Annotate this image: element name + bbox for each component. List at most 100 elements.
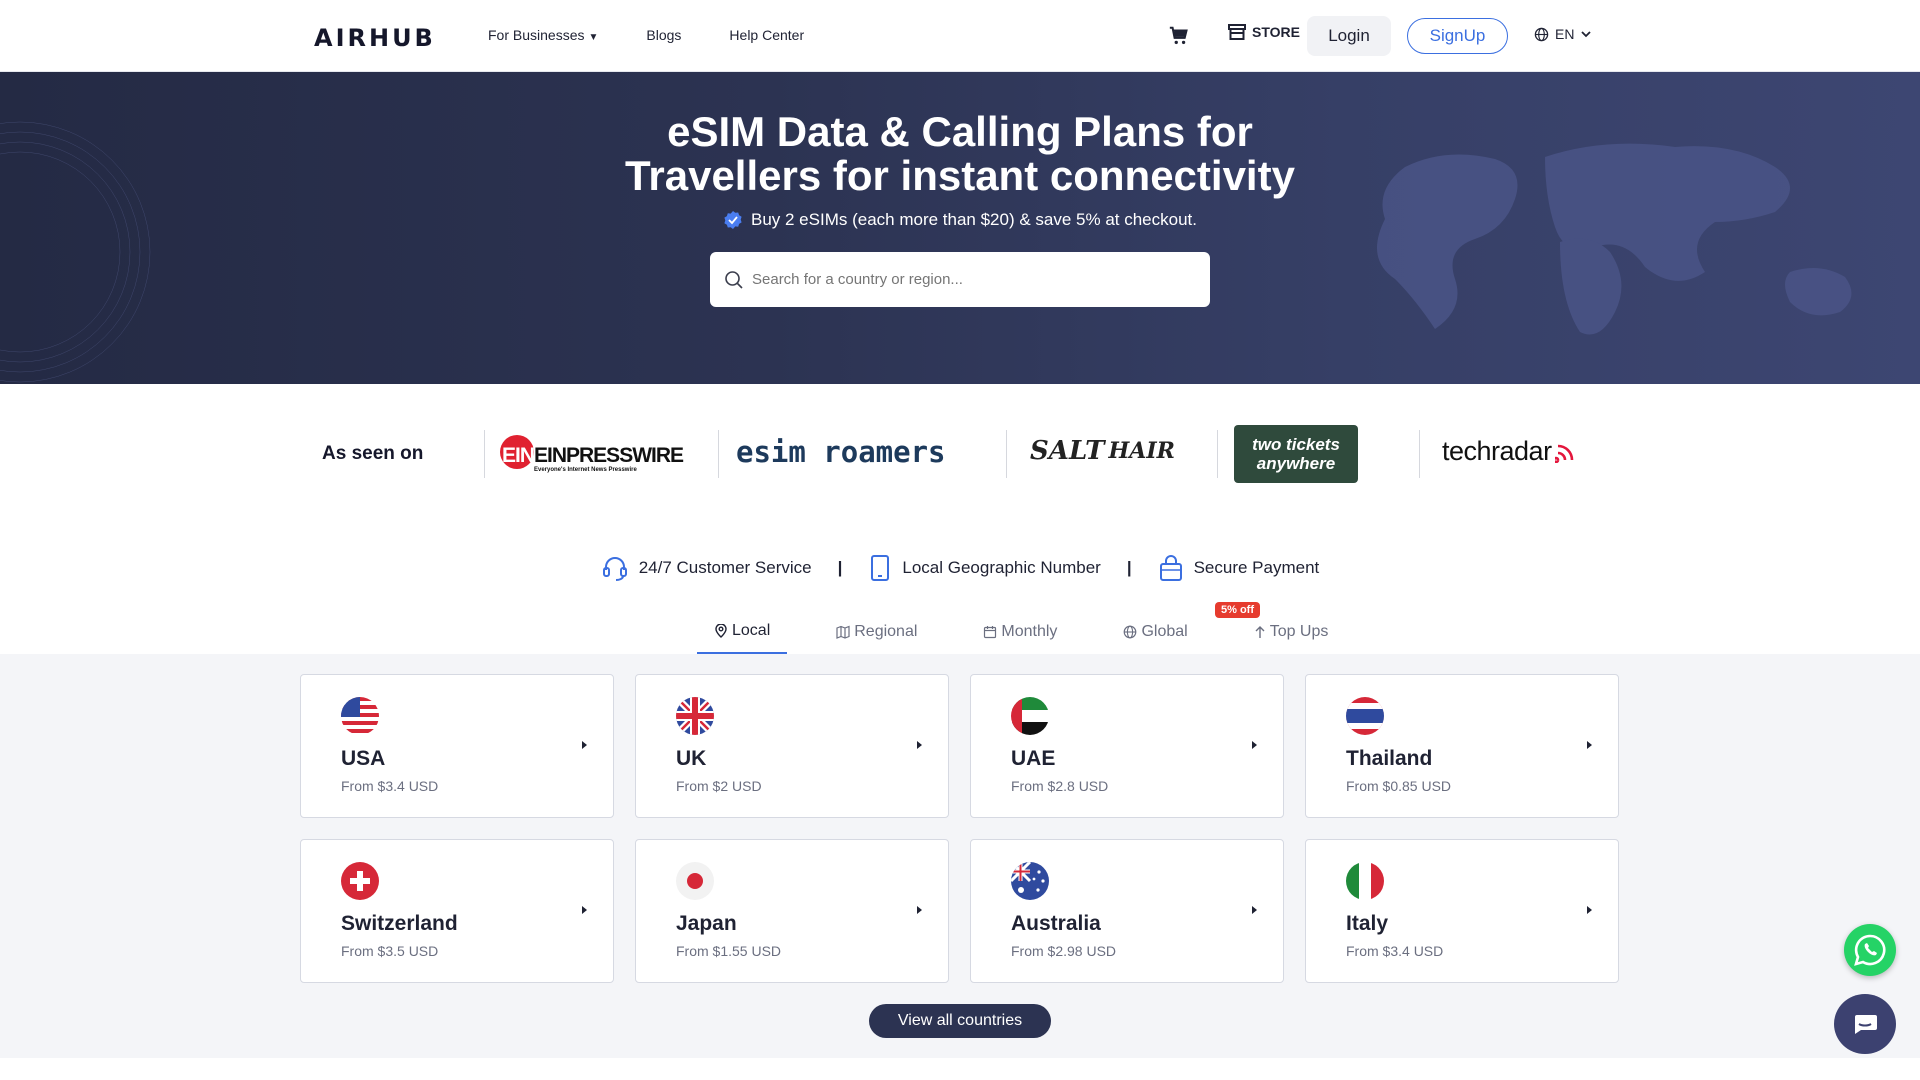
country-card-usa[interactable]: USA From $3.4 USD <box>300 674 614 818</box>
signup-button[interactable]: SignUp <box>1407 18 1508 54</box>
headset-icon <box>602 557 627 581</box>
hero-title-line1: eSIM Data & Calling Plans for <box>667 108 1253 155</box>
store-icon <box>1228 24 1246 40</box>
hero-title-line2: Travellers for instant connectivity <box>625 152 1295 199</box>
country-card-japan[interactable]: Japan From $1.55 USD <box>635 839 949 983</box>
country-name: UAE <box>1011 747 1056 770</box>
location-pin-icon <box>715 624 727 638</box>
two-tickets-wordmark: two tickets anywhere <box>1252 435 1340 473</box>
tab-label: Local <box>732 622 771 639</box>
caret-down-icon: ▼ <box>588 32 599 43</box>
chat-bubble-icon <box>1855 1015 1877 1034</box>
country-name: Thailand <box>1346 747 1433 770</box>
tab-label: Global <box>1141 623 1188 640</box>
whatsapp-icon <box>1854 934 1886 966</box>
country-name: USA <box>341 747 386 770</box>
country-name: Switzerland <box>341 912 458 935</box>
features-row: 24/7 Customer Service | Local Geographic… <box>0 554 1920 582</box>
as-seen-on-label: As seen on <box>322 443 424 464</box>
cart-icon[interactable] <box>1168 25 1190 47</box>
feature-label: 24/7 Customer Service <box>638 558 812 577</box>
tab-monthly[interactable]: Monthly <box>966 610 1074 654</box>
nav-label: For Businesses <box>488 27 585 43</box>
hero-banner: eSIM Data & Calling Plans for Travellers… <box>0 72 1920 384</box>
country-price: From $2.8 USD <box>1011 778 1109 794</box>
tab-label: Monthly <box>1001 623 1058 640</box>
feature-label: Secure Payment <box>1193 558 1320 577</box>
arrow-right-icon <box>1587 906 1592 914</box>
country-name: Japan <box>676 912 737 935</box>
techradar-logo: techradar <box>1442 436 1577 467</box>
country-card-thailand[interactable]: Thailand From $0.85 USD <box>1305 674 1619 818</box>
esim-roamers-logo: esim roamers <box>736 432 946 472</box>
einpresswire-logo: EIN EINPRESSWIRE Everyone's Internet New… <box>500 434 684 474</box>
einpresswire-ein: EIN <box>502 444 535 467</box>
country-card-uae[interactable]: UAE From $2.8 USD <box>970 674 1284 818</box>
search-icon <box>725 270 743 289</box>
lock-bag-icon <box>1159 555 1182 581</box>
country-card-uk[interactable]: UK From $2 USD <box>635 674 949 818</box>
verified-badge-icon <box>724 211 742 229</box>
promo-text: Buy 2 eSIMs (each more than $20) & save … <box>750 210 1197 229</box>
salt-wordmark: SALT <box>1030 436 1105 466</box>
nav-help-center[interactable]: Help Center <box>729 27 804 43</box>
country-search[interactable] <box>710 252 1210 307</box>
view-all-countries-button[interactable]: View all countries <box>869 1004 1051 1038</box>
country-price: From $3.4 USD <box>1346 943 1444 959</box>
tab-label: Regional <box>854 623 918 640</box>
tab-global[interactable]: Global <box>1106 610 1204 654</box>
uae-flag-icon <box>1011 697 1049 735</box>
nav-blogs[interactable]: Blogs <box>646 27 681 43</box>
country-card-italy[interactable]: Italy From $3.4 USD <box>1305 839 1619 983</box>
feature-separator: | <box>1126 558 1132 577</box>
country-name: Australia <box>1011 912 1101 935</box>
phone-icon <box>871 555 890 581</box>
einpresswire-tagline: Everyone's Internet News Presswire <box>534 467 637 473</box>
nav-for-businesses[interactable]: For Businesses ▼ <box>488 27 598 43</box>
tab-regional[interactable]: Regional <box>819 610 934 654</box>
top-ups-discount-badge: 5% off <box>1215 602 1260 618</box>
uk-flag-icon <box>676 697 714 735</box>
usa-flag-icon <box>341 697 379 735</box>
login-button[interactable]: Login <box>1307 16 1391 56</box>
as-seen-on-strip: As seen on EIN EINPRESSWIRE Everyone's I… <box>0 384 1920 524</box>
feature-local-number: Local Geographic Number <box>868 554 1101 582</box>
switzerland-flag-icon <box>341 862 379 900</box>
esim-roamers-wordmark: esim roamers <box>736 435 946 469</box>
two-tickets-anywhere-logo: two tickets anywhere <box>1234 425 1358 483</box>
arrow-right-icon <box>582 741 587 749</box>
globe-icon <box>1534 27 1549 41</box>
main-nav: For Businesses ▼ Blogs Help Center <box>488 27 804 43</box>
feature-customer-service: 24/7 Customer Service <box>601 554 812 582</box>
whatsapp-button[interactable] <box>1844 924 1896 976</box>
airhub-logo[interactable]: AIRHUB <box>314 24 436 52</box>
map-icon <box>836 625 850 639</box>
australia-flag-icon <box>1011 862 1049 900</box>
country-grid: USA From $3.4 USD UK From $2 USD UAE Fro… <box>0 654 1920 1058</box>
country-card-switzerland[interactable]: Switzerland From $3.5 USD <box>300 839 614 983</box>
feature-separator: | <box>837 558 843 577</box>
feature-label: Local Geographic Number <box>902 558 1101 577</box>
calendar-icon <box>984 626 997 639</box>
top-header: AIRHUB For Businesses ▼ Blogs Help Center… <box>0 0 1920 72</box>
language-selector[interactable]: EN <box>1534 26 1592 42</box>
store-link[interactable]: STORE <box>1228 24 1300 40</box>
hair-wordmark: HAIR <box>1108 438 1175 464</box>
hero-title: eSIM Data & Calling Plans for Travellers… <box>0 110 1920 198</box>
techradar-signal-icon <box>1554 444 1573 463</box>
country-price: From $0.85 USD <box>1346 778 1452 794</box>
divider <box>1006 430 1007 478</box>
divider <box>484 430 485 478</box>
tab-local[interactable]: Local <box>697 610 788 654</box>
arrow-right-icon <box>1252 741 1257 749</box>
japan-flag-icon <box>676 862 714 900</box>
language-label: EN <box>1555 26 1575 42</box>
search-input[interactable] <box>752 271 1192 288</box>
country-card-australia[interactable]: Australia From $2.98 USD <box>970 839 1284 983</box>
divider <box>1217 430 1218 478</box>
feature-secure-payment: Secure Payment <box>1158 554 1320 582</box>
arrow-right-icon <box>917 741 922 749</box>
store-label: STORE <box>1252 24 1300 40</box>
salt-in-hair-logo: SALT HAIR <box>1030 436 1175 466</box>
live-chat-button[interactable] <box>1834 994 1896 1054</box>
